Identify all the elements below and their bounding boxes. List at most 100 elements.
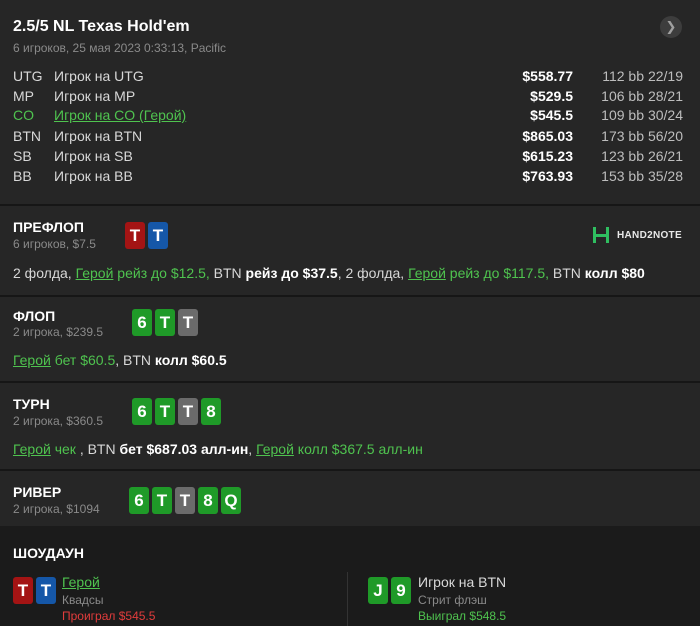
player-stack: $545.5 <box>530 107 573 123</box>
hero-link[interactable]: Герой <box>256 441 294 457</box>
hero-name-link[interactable]: Герой <box>62 574 100 590</box>
player-stats: 26/21 <box>647 148 683 164</box>
player-position: SB <box>13 148 32 164</box>
player-stats: 22/19 <box>647 68 683 84</box>
action-text: BTN <box>552 265 585 281</box>
card: T <box>36 577 56 604</box>
hero-link[interactable]: Герой <box>76 265 114 281</box>
street-river: РИВЕР 2 игрока, $1094 6 T T 8 Q <box>0 471 700 526</box>
street-turn: ТУРН 2 игрока, $360.5 6 T T 8 Герой чек … <box>0 383 700 469</box>
card: T <box>155 398 175 425</box>
card: J <box>368 577 388 604</box>
action-text: колл $60.5 <box>154 352 227 368</box>
player-row: BB Игрок на BB $763.93 153 bb · 35/28 <box>0 168 700 188</box>
board-cards: 6 T T <box>132 309 198 336</box>
card: T <box>178 309 198 336</box>
player-row: BTN Игрок на BTN $865.03 173 bb · 56/20 <box>0 128 700 148</box>
card: 8 <box>201 398 221 425</box>
player-stack: $615.23 <box>522 148 573 164</box>
player-name[interactable]: Игрок на CO (Герой) <box>54 107 186 123</box>
game-subtitle: 6 игроков, 25 мая 2023 0:33:13, Pacific <box>13 41 227 55</box>
card: T <box>175 487 195 514</box>
player-name[interactable]: Игрок на BTN <box>54 128 142 144</box>
player-name[interactable]: Игрок на UTG <box>54 68 144 84</box>
player-row: UTG Игрок на UTG $558.77 112 bb · 22/19 <box>0 68 700 88</box>
action-text: 2 фолда, <box>13 265 76 281</box>
hero-link[interactable]: Герой <box>13 352 51 368</box>
player-stack-bb: 112 bb <box>602 68 644 84</box>
action-text: , <box>248 441 257 457</box>
action-text: BTN <box>213 265 246 281</box>
hero-cards: T T <box>125 222 168 249</box>
street-pot: 2 игрока, $360.5 <box>13 414 103 428</box>
player-stack-bb: 109 bb <box>601 107 644 123</box>
action-text: колл $80 <box>584 265 645 281</box>
card: 6 <box>132 398 152 425</box>
action-text: чек <box>50 441 80 457</box>
player-stack-bb: 106 bb <box>601 88 644 104</box>
villain-showdown-cards: J 9 <box>368 577 411 604</box>
street-title: РИВЕР <box>13 484 62 500</box>
player-stack: $558.77 <box>522 68 573 84</box>
player-stack-bb: 173 bb <box>601 128 644 144</box>
hero-hand-rank: Квадсы <box>62 593 104 607</box>
card: T <box>148 222 168 249</box>
separator-dot: · <box>641 128 646 144</box>
chevron-right-icon[interactable]: ❯ <box>660 16 682 38</box>
card: T <box>13 577 33 604</box>
villain-result: Выиграл $548.5 <box>418 609 507 623</box>
card: 8 <box>198 487 218 514</box>
player-position: UTG <box>13 68 43 84</box>
action-text: колл $367.5 алл-ин <box>293 441 423 457</box>
player-position: BB <box>13 168 32 184</box>
action-text: , BTN <box>115 352 155 368</box>
card: 6 <box>132 309 152 336</box>
game-title: 2.5/5 NL Texas Hold'em <box>13 18 190 35</box>
player-row: SB Игрок на SB $615.23 123 bb · 26/21 <box>0 148 700 168</box>
hero-result: Проиграл $545.5 <box>62 609 156 623</box>
hero-link[interactable]: Герой <box>13 441 51 457</box>
player-name[interactable]: Игрок на MP <box>54 88 135 104</box>
card: T <box>125 222 145 249</box>
logo-text: HAND2NOTE <box>617 229 682 241</box>
street-title: ПРЕФЛОП <box>13 219 84 235</box>
player-stats: 56/20 <box>647 128 683 144</box>
player-name[interactable]: Игрок на SB <box>54 148 133 164</box>
action-text: , 2 фолда, <box>337 265 409 281</box>
hand2note-logo: HAND2NOTE <box>591 225 682 245</box>
action-text: рейз до $12.5, <box>113 265 214 281</box>
action-text: рейз до $37.5 <box>245 265 338 281</box>
player-name[interactable]: Игрок на BB <box>54 168 133 184</box>
street-pot: 2 игрока, $239.5 <box>13 325 103 339</box>
action-line: 2 фолда, Герой рейз до $12.5, BTN рейз д… <box>13 265 645 281</box>
villain-name: Игрок на BTN <box>418 574 507 590</box>
board-cards: 6 T T 8 <box>132 398 221 425</box>
player-stats: 35/28 <box>647 168 683 184</box>
hand-header: 2.5/5 NL Texas Hold'em 6 игроков, 25 мая… <box>0 0 700 204</box>
card: T <box>155 309 175 336</box>
street-pot: 2 игрока, $1094 <box>13 502 100 516</box>
player-position: CO <box>13 107 34 123</box>
player-stack: $529.5 <box>530 88 573 104</box>
player-row: MP Игрок на MP $529.5 106 bb · 28/21 <box>0 88 700 108</box>
player-position: BTN <box>13 128 41 144</box>
showdown-title: ШОУДАУН <box>13 545 84 561</box>
showdown-divider <box>347 572 348 626</box>
action-line: Герой бет $60.5, BTN колл $60.5 <box>13 352 227 368</box>
separator-dot: · <box>641 88 646 104</box>
card: 6 <box>129 487 149 514</box>
hero-link[interactable]: Герой <box>408 265 446 281</box>
card: T <box>178 398 198 425</box>
villain-hand-rank: Стрит флэш <box>418 593 487 607</box>
street-pot: 6 игроков, $7.5 <box>13 237 96 251</box>
street-title: ТУРН <box>13 396 50 412</box>
player-stats: 30/24 <box>647 107 683 123</box>
separator-dot: · <box>641 68 646 84</box>
street-preflop: ПРЕФЛОП 6 игроков, $7.5 T T 2 фолда, Гер… <box>0 206 700 295</box>
separator-dot: · <box>641 168 646 184</box>
player-row-hero: CO Игрок на CO (Герой) $545.5 109 bb · 3… <box>0 107 700 127</box>
card: Q <box>221 487 241 514</box>
action-text: рейз до $117.5, <box>445 265 553 281</box>
action-text: бет $60.5 <box>50 352 116 368</box>
hero-showdown-cards: T T <box>13 577 56 604</box>
